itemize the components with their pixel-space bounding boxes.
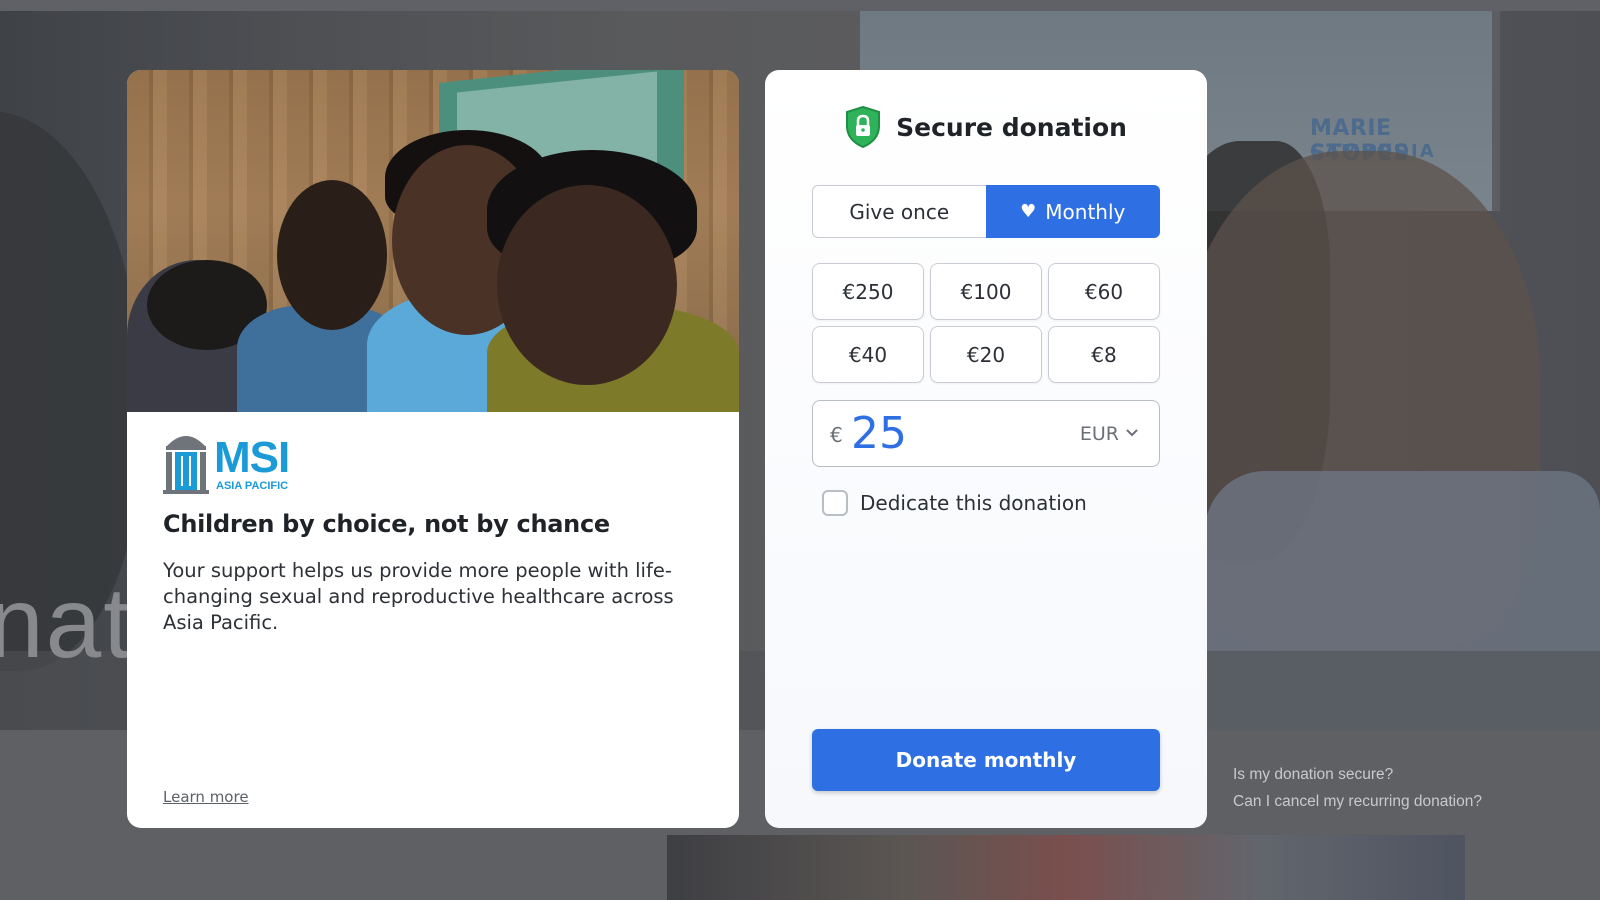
dedicate-donation-row[interactable]: Dedicate this donation [822, 490, 1087, 516]
lock-shield-icon [846, 106, 881, 148]
amount-option-20[interactable]: €20 [930, 326, 1042, 383]
learn-more-link[interactable]: Learn more [163, 788, 249, 806]
background-hero-word: nat [0, 567, 134, 679]
amount-option-8[interactable]: €8 [1048, 326, 1160, 383]
amount-option-60[interactable]: €60 [1048, 263, 1160, 320]
custom-amount-input[interactable]: 25 [851, 408, 907, 459]
campaign-description: Your support helps us provide more peopl… [163, 559, 674, 634]
donation-title: Secure donation [896, 112, 1127, 142]
msi-logo-subtitle: ASIA PACIFIC [216, 480, 289, 492]
monthly-button[interactable]: ♥ Monthly [985, 185, 1160, 238]
amount-option-100[interactable]: €100 [930, 263, 1042, 320]
dedicate-label: Dedicate this donation [860, 491, 1087, 515]
give-once-button[interactable]: Give once [812, 185, 986, 238]
dedicate-checkbox[interactable] [822, 490, 848, 516]
custom-amount-field[interactable]: € 25 EUR [812, 400, 1160, 467]
currency-select[interactable]: EUR [1080, 423, 1119, 445]
monthly-button-label: Monthly [1045, 199, 1126, 224]
msi-logo: MSI ASIA PACIFIC [163, 428, 293, 496]
top-bar [0, 0, 1600, 11]
msi-logo-word: MSI [214, 433, 290, 482]
background-lower-image [667, 835, 1465, 900]
donation-header: Secure donation [765, 106, 1207, 150]
chevron-down-icon[interactable] [1125, 426, 1139, 440]
donate-monthly-button[interactable]: Donate monthly [812, 729, 1160, 791]
donation-form-card: Secure donation Give once ♥ Monthly €250… [765, 70, 1207, 828]
msi-logo-icon [163, 436, 209, 494]
campaign-info-card: MSI ASIA PACIFIC Children by choice, not… [127, 70, 739, 828]
currency-symbol: € [830, 423, 843, 447]
campaign-headline: Children by choice, not by chance [163, 510, 610, 538]
faq-link-cancel[interactable]: Can I cancel my recurring donation? [1233, 793, 1482, 811]
frequency-toggle: Give once ♥ Monthly [812, 185, 1160, 238]
amount-options: €250 €100 €60 €40 €20 €8 [812, 263, 1160, 383]
amount-option-40[interactable]: €40 [812, 326, 924, 383]
faq-link-secure[interactable]: Is my donation secure? [1233, 766, 1393, 784]
amount-option-250[interactable]: €250 [812, 263, 924, 320]
campaign-photo [127, 70, 739, 412]
heart-icon: ♥ [1020, 201, 1037, 222]
